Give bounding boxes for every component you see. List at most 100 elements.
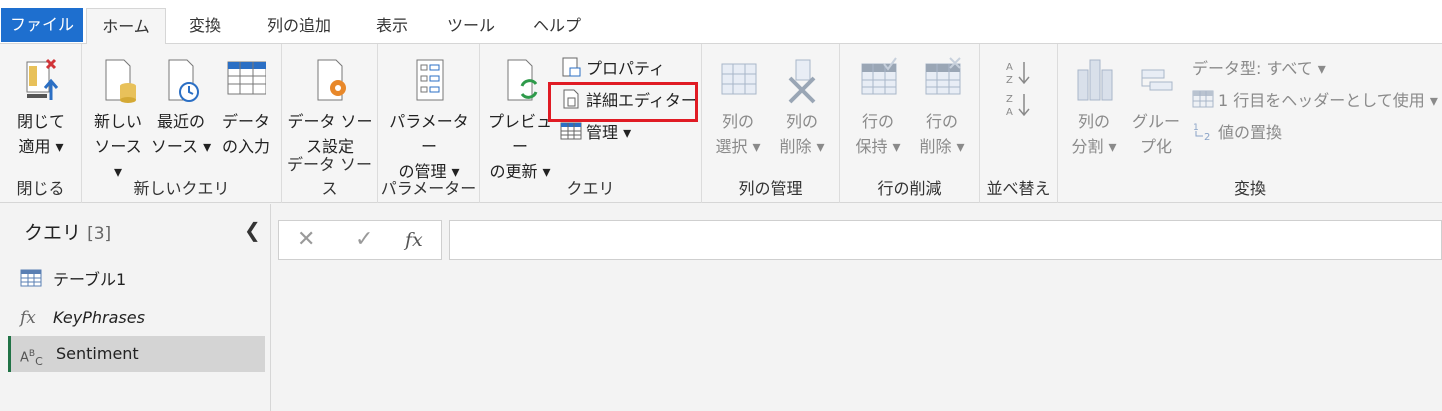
group-manage-columns: 列の 選択 ▾ 列の 削除 ▾ 列の管理 — [702, 44, 840, 203]
choose-columns-button[interactable]: 列の 選択 ▾ — [708, 56, 768, 159]
choose-columns-label-1: 列の — [721, 112, 754, 131]
svg-text:Z: Z — [1006, 94, 1013, 105]
query-item-sentiment[interactable]: ABC Sentiment — [8, 336, 265, 372]
data-type-dropdown[interactable]: データ型: すべて ▾ — [1192, 56, 1326, 82]
new-source-label-1: 新しい — [93, 112, 142, 131]
group-close: 閉じて 適用 ▾ 閉じる — [0, 44, 82, 203]
formula-bar-buttons: ✕ ✓ fx — [278, 220, 442, 260]
preview-area — [271, 260, 1442, 411]
collapse-pane-icon[interactable]: ❮ — [244, 218, 261, 242]
fx-icon[interactable]: fx — [405, 229, 423, 251]
svg-text:A: A — [1006, 62, 1013, 73]
replace-values-label: 値の置換 — [1218, 123, 1283, 142]
remove-rows-button[interactable]: 行の 削除 ▾ — [912, 56, 972, 159]
group-label-close: 閉じる — [16, 179, 65, 198]
ribbon-tabbar: ファイル ホーム 変換 列の追加 表示 ツール ヘルプ — [0, 0, 1442, 45]
remove-columns-icon — [788, 59, 816, 104]
keep-rows-label-1: 行の — [861, 112, 894, 131]
enter-data-icon — [227, 61, 266, 95]
queries-title-label: クエリ — [24, 222, 82, 244]
manage-query-label: 管理 ▾ — [586, 123, 632, 142]
ribbon: 閉じて 適用 ▾ 閉じる 新しい ソース ▾ 最近の ソース ▾ データ の入力… — [0, 44, 1442, 203]
manage-parameters-label-1: パラメーター — [389, 112, 469, 156]
remove-rows-label-1: 行の — [925, 112, 958, 131]
refresh-preview-label-1: プレビュー — [487, 112, 552, 156]
table-icon — [20, 262, 42, 298]
refresh-preview-button[interactable]: プレビュー の更新 ▾ — [484, 56, 556, 184]
first-row-header-label: 1 行目をヘッダーとして使用 ▾ — [1218, 91, 1438, 110]
recent-sources-icon — [168, 59, 199, 102]
close-apply-label-2: 適用 ▾ — [18, 137, 64, 156]
group-label-parameters: パラメーター — [380, 179, 477, 198]
data-source-settings-label-1: データ ソー — [287, 112, 373, 131]
group-by-icon — [1141, 69, 1173, 91]
remove-rows-label-2: 削除 ▾ — [919, 137, 965, 156]
group-label-data-source: データ ソース — [286, 155, 373, 198]
use-first-row-headers-button[interactable]: 1 行目をヘッダーとして使用 ▾ — [1192, 88, 1438, 114]
group-label-query: クエリ — [566, 179, 615, 198]
query-item-table1[interactable]: テーブル1 — [8, 262, 265, 298]
manage-parameters-button[interactable]: パラメーター の管理 ▾ — [382, 56, 476, 184]
query-item-keyphrases[interactable]: fx KeyPhrases — [8, 300, 265, 336]
group-by-label-2: プ化 — [1139, 137, 1172, 156]
properties-icon — [562, 57, 581, 77]
tab-view[interactable]: 表示 — [364, 8, 420, 44]
group-label-new-query: 新しいクエリ — [133, 179, 230, 198]
power-query-window: ファイル ホーム 変換 列の追加 表示 ツール ヘルプ 閉じて 適用 ▾ 閉じる — [0, 0, 1442, 411]
group-sort: A Z Z A 並べ替え — [980, 44, 1058, 203]
recent-sources-button[interactable]: 最近の ソース ▾ — [150, 56, 212, 159]
queries-count: [3] — [87, 224, 112, 244]
enter-data-label-2: の入力 — [221, 137, 270, 156]
cancel-formula-button[interactable]: ✕ — [297, 227, 315, 252]
tab-transform[interactable]: 変換 — [176, 8, 234, 44]
close-apply-button[interactable]: 閉じて 適用 ▾ — [6, 56, 76, 159]
close-apply-icon — [26, 58, 59, 100]
tab-help[interactable]: ヘルプ — [522, 8, 592, 44]
enter-data-label-1: データ — [221, 112, 270, 131]
group-new-query: 新しい ソース ▾ 最近の ソース ▾ データ の入力 新しいクエリ — [82, 44, 282, 203]
refresh-preview-icon — [507, 59, 538, 101]
group-label-sort: 並べ替え — [986, 179, 1051, 198]
new-source-button[interactable]: 新しい ソース ▾ — [88, 56, 148, 184]
data-source-settings-button[interactable]: データ ソー ス設定 — [286, 56, 374, 159]
choose-columns-icon — [721, 63, 757, 95]
group-label-reduce-rows: 行の削減 — [877, 179, 942, 198]
enter-data-button[interactable]: データ の入力 — [214, 56, 278, 159]
keep-rows-icon — [861, 57, 897, 95]
tab-tools[interactable]: ツール — [440, 8, 502, 44]
formula-input[interactable] — [449, 220, 1442, 260]
close-apply-label-1: 閉じて — [16, 112, 65, 131]
queries-pane: クエリ [3] ❮ テーブル1 fx KeyPhrases ABC Sentim… — [0, 204, 271, 411]
svg-text:A: A — [1006, 107, 1013, 118]
remove-columns-label-2: 削除 ▾ — [779, 137, 825, 156]
data-source-settings-icon — [317, 59, 346, 101]
split-column-button[interactable]: 列の 分割 ▾ — [1064, 56, 1124, 159]
keep-rows-button[interactable]: 行の 保持 ▾ — [848, 56, 908, 159]
keep-rows-label-2: 保持 ▾ — [855, 137, 901, 156]
tab-file[interactable]: ファイル — [1, 8, 83, 42]
recent-sources-label-1: 最近の — [156, 112, 205, 131]
group-by-label-1: グルー — [1131, 112, 1180, 131]
commit-formula-button[interactable]: ✓ — [355, 227, 373, 252]
group-query: プレビュー の更新 ▾ プロパティ 詳細エディター 管理 ▾ クエリ — [480, 44, 702, 203]
group-transform: 列の 分割 ▾ グルー プ化 データ型: すべて ▾ 1 行目をヘッダーとして使… — [1058, 44, 1442, 203]
remove-columns-button[interactable]: 列の 削除 ▾ — [772, 56, 832, 159]
group-reduce-rows: 行の 保持 ▾ 行の 削除 ▾ 行の削減 — [840, 44, 980, 203]
manage-query-button[interactable]: 管理 ▾ — [560, 120, 631, 146]
group-by-button[interactable]: グルー プ化 — [1128, 56, 1184, 159]
sort-ascending-button[interactable]: A Z — [1002, 58, 1034, 89]
manage-query-icon — [560, 122, 582, 140]
remove-columns-label-1: 列の — [785, 112, 818, 131]
remove-rows-icon — [925, 57, 961, 95]
tab-add-column[interactable]: 列の追加 — [252, 8, 346, 44]
sort-descending-button[interactable]: Z A — [1002, 90, 1034, 121]
properties-button[interactable]: プロパティ — [560, 56, 665, 82]
manage-parameters-icon — [416, 59, 444, 101]
group-label-transform: 変換 — [1233, 179, 1266, 198]
first-row-header-icon — [1192, 90, 1214, 108]
tab-home[interactable]: ホーム — [86, 8, 166, 45]
group-data-source: データ ソー ス設定 データ ソース — [282, 44, 378, 203]
replace-values-button[interactable]: 1 2 値の置換 — [1192, 120, 1282, 146]
svg-text:Z: Z — [1006, 75, 1013, 86]
data-type-label: データ型: すべて ▾ — [1192, 59, 1326, 78]
